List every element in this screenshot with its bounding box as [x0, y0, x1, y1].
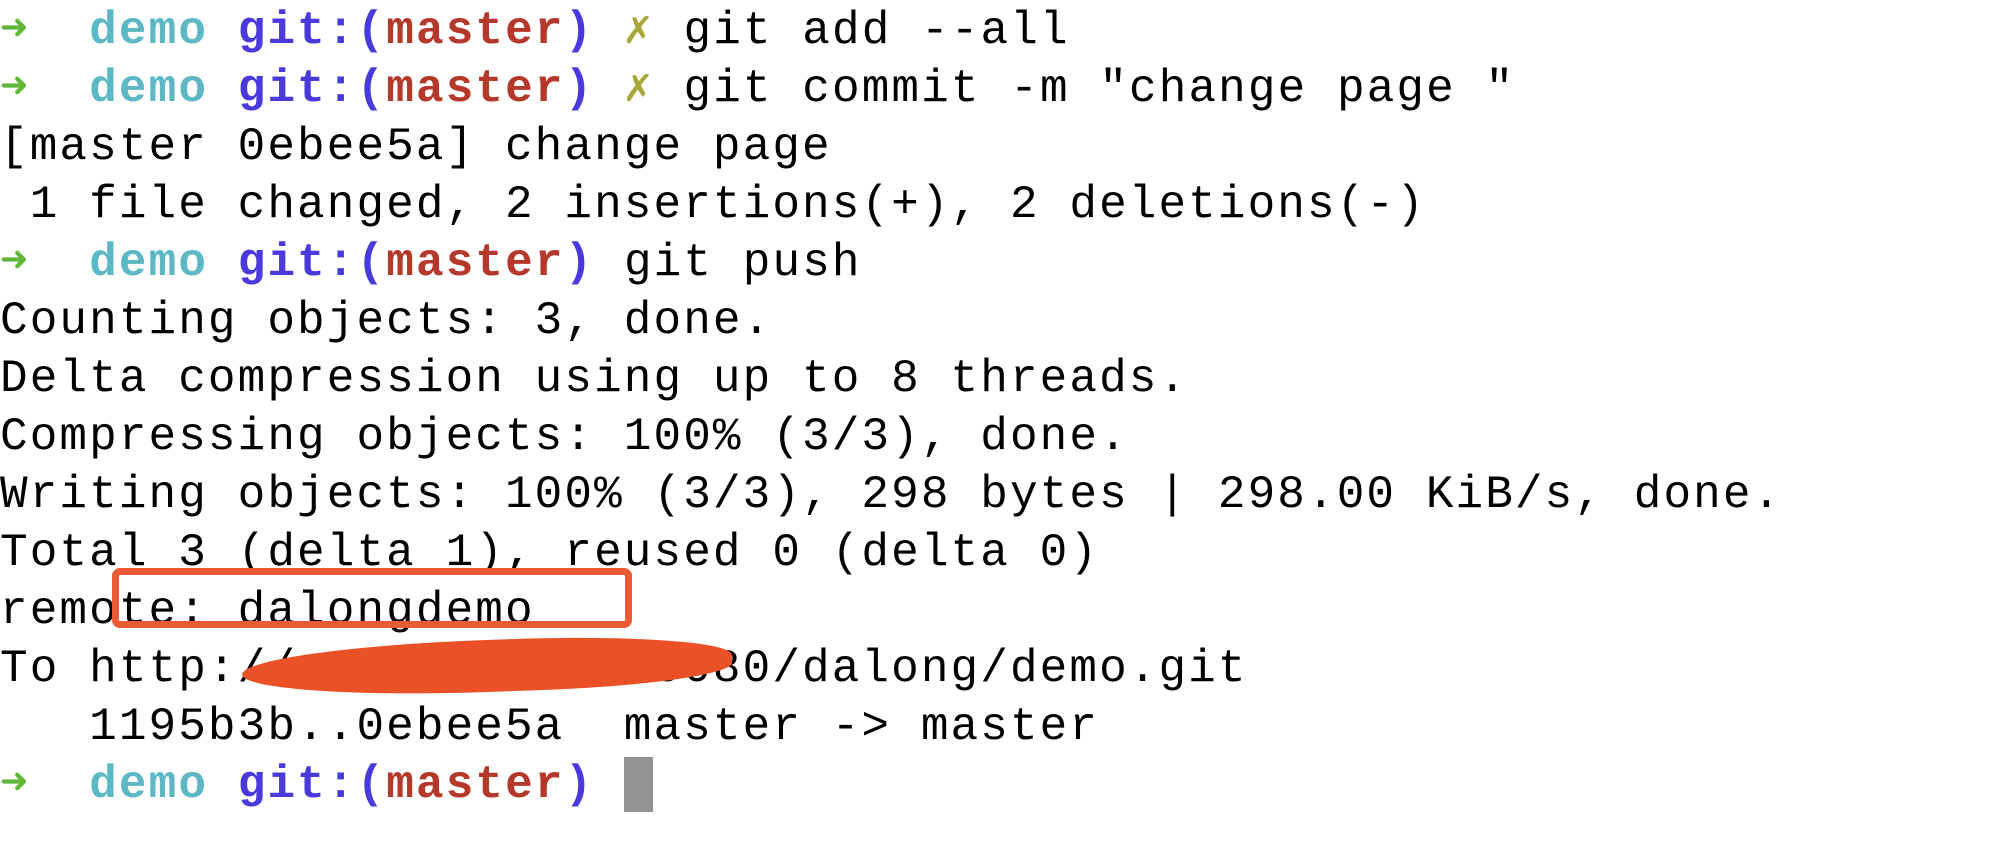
command-text: git add --all [683, 5, 1070, 57]
prompt-arrow-icon: ➜ [0, 63, 30, 115]
dirty-x-icon: ✗ [623, 63, 654, 115]
prompt-git-label: git:( [237, 759, 387, 811]
prompt-arrow-icon: ➜ [0, 237, 30, 289]
output-text: [master 0ebee5a] change page [0, 121, 832, 173]
prompt-git-label: git:( [237, 5, 387, 57]
prompt-directory: demo [89, 63, 209, 115]
prompt-git-label: git:( [237, 63, 387, 115]
output-text: 1 file changed, 2 insertions(+), 2 delet… [0, 179, 1426, 231]
prompt-arrow-icon: ➜ [0, 5, 30, 57]
terminal-output: ➜ demo git:(master) ✗ git add --all ➜ dem… [0, 2, 1782, 814]
prompt-git-close: ) [564, 759, 595, 811]
prompt-line: ➜ demo git:(master) ✗ git commit -m "cha… [0, 60, 1782, 118]
output-line: Compressing objects: 100% (3/3), done. [0, 408, 1782, 466]
prompt-line: ➜ demo git:(master) [0, 756, 1782, 814]
output-text: Counting objects: 3, done. [0, 295, 773, 347]
prompt-line: ➜ demo git:(master) git push [0, 234, 1782, 292]
prompt-git-close: ) [564, 5, 595, 57]
output-text: Writing objects: 100% (3/3), 298 bytes |… [0, 469, 1783, 521]
output-text: 1195b3b..0ebee5a master -> master [0, 701, 1100, 753]
output-text: Compressing objects: 100% (3/3), done. [0, 411, 1129, 463]
prompt-line: ➜ demo git:(master) ✗ git add --all [0, 2, 1782, 60]
command-text: git push [623, 237, 862, 289]
output-line: 1195b3b..0ebee5a master -> master [0, 698, 1782, 756]
output-line: Delta compression using up to 8 threads. [0, 350, 1782, 408]
output-line: Writing objects: 100% (3/3), 298 bytes |… [0, 466, 1782, 524]
output-line: 1 file changed, 2 insertions(+), 2 delet… [0, 176, 1782, 234]
prompt-arrow-icon: ➜ [0, 759, 30, 811]
prompt-directory: demo [89, 759, 209, 811]
prompt-branch: master [386, 759, 565, 811]
prompt-directory: demo [89, 5, 209, 57]
prompt-branch: master [386, 5, 565, 57]
annotation-highlight-box [112, 568, 632, 628]
terminal-cursor[interactable] [623, 757, 653, 813]
prompt-git-close: ) [564, 63, 595, 115]
output-line: [master 0ebee5a] change page [0, 118, 1782, 176]
output-text: Delta compression using up to 8 threads. [0, 353, 1189, 405]
command-text: git commit -m "change page " [683, 63, 1516, 115]
dirty-x-icon: ✗ [623, 5, 654, 57]
prompt-git-close: ) [564, 237, 595, 289]
prompt-branch: master [386, 237, 565, 289]
prompt-git-label: git:( [237, 237, 387, 289]
output-line: Counting objects: 3, done. [0, 292, 1782, 350]
prompt-branch: master [386, 63, 565, 115]
prompt-directory: demo [89, 237, 209, 289]
